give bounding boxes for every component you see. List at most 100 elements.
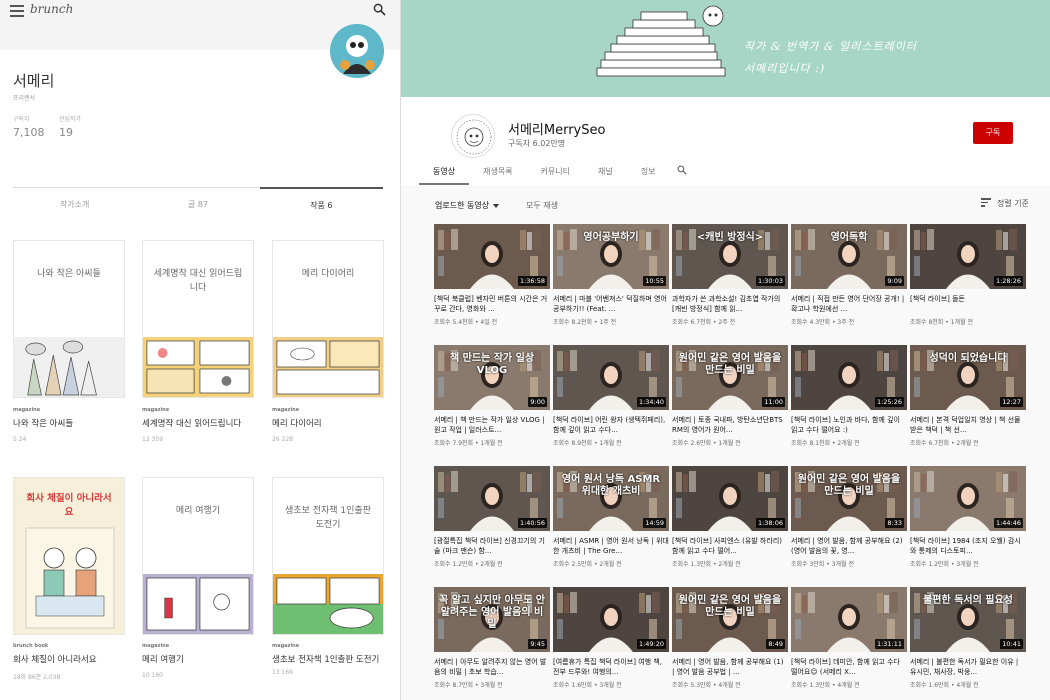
work-card[interactable]: 회사 체질이 아니라서요 <box>13 477 125 635</box>
video-title[interactable]: 서메리 | 책 만드는 작가 일상 VLOG | 원고 작업 | 일러스트... <box>434 415 550 435</box>
work-title[interactable]: 메리 여행기 <box>142 654 262 667</box>
uploads-dropdown[interactable]: 업로드한 동영상 <box>435 200 500 211</box>
video-title[interactable]: 서메리 | 토종 국내파, 방탄소년단BTS RM의 영어가 원어... <box>672 415 788 435</box>
video-card[interactable]: 원어민 같은 영어 발음을 만드는 비밀 11:00 서메리 | 토종 국내파, 방… <box>672 345 788 447</box>
video-thumbnail[interactable]: 책 만드는 작가 일상 VLOG 9:00 <box>434 345 550 410</box>
video-title[interactable]: 과학자가 쓴 과학소설! 김초엽 작가의 [캐빈 방정식] 함께 읽... <box>672 294 788 314</box>
video-card[interactable]: 원어민 같은 영어 발음을 만드는 비밀 8:33 서메리 | 영어 발음, 함께 … <box>791 466 907 568</box>
stat-label: 관심작가 <box>59 116 82 123</box>
video-card[interactable]: 1:34:40 [책덕 라이브] 어린 왕자 (생텍쥐페리), 함께 깊이 읽고 … <box>553 345 669 447</box>
video-thumbnail[interactable]: 1:44:46 <box>910 466 1026 531</box>
video-title[interactable]: 서메리 | 영어 발음, 함께 공부해요 (2) (영어 발음의 꽃, 영... <box>791 536 907 556</box>
tab-works[interactable]: 작품 6 <box>259 187 383 217</box>
video-card[interactable]: 1:44:46 [책덕 라이브] 1984 (조지 오웰) 감시와 통제의 디스토… <box>910 466 1026 568</box>
video-title[interactable]: [책덕 라이브] 데미안, 함께 읽고 수다 떨어요☺ (서메리 X... <box>791 657 907 677</box>
video-title[interactable]: [광절특집 책덕 라이브] 신경끄기의 기술 (마크 맨슨) 함... <box>434 536 550 556</box>
video-title[interactable]: 서메리 | 불편한 독서가 필요한 이유 | 유시민, 채사장, 박웅... <box>910 657 1026 677</box>
video-title[interactable]: 서메리 | ASMR | 영어 원서 낭독 | 위대한 개츠비 | The Gr… <box>553 536 669 556</box>
video-title[interactable]: 서메리 | 본격 덕업일치 영상 | 책 선물 받은 책덕 | 책 선... <box>910 415 1026 435</box>
video-card[interactable]: 영어공부하기 10:55 서메리 | 마블 '어벤져스' 덕질하며 영어 공부하기!… <box>553 224 669 326</box>
work-card[interactable]: 나와 작은 아씨들 <box>13 240 125 398</box>
tab-about[interactable]: 정보 <box>627 159 670 185</box>
video-card[interactable]: 영어독학 9:09 서메리 | 직접 만든 영어 단어장 공개! | 확고나 학원에… <box>791 224 907 326</box>
video-title[interactable]: 서메리 | 마블 '어벤져스' 덕질하며 영어 공부하기!! (Feat. ..… <box>553 294 669 314</box>
video-thumbnail[interactable]: 1:31:11 <box>791 587 907 652</box>
work-title[interactable]: 회사 체질이 아니라서요 <box>13 654 133 667</box>
video-card[interactable]: 원어민 같은 영어 발음을 만드는 비밀 8:49 서메리 | 영어 발음, 함께 … <box>672 587 788 689</box>
video-thumbnail[interactable]: 1:38:06 <box>672 466 788 531</box>
subscriber-stat[interactable]: 구독자 7,108 <box>13 114 45 139</box>
video-card[interactable]: 영어 원서 낭독 ASMR 위대한 개츠비 14:59 서메리 | ASMR | 영… <box>553 466 669 568</box>
video-thumbnail[interactable]: 원어민 같은 영어 발음을 만드는 비밀 8:49 <box>672 587 788 652</box>
menu-icon[interactable] <box>10 5 24 17</box>
video-title[interactable]: [책덕 라이브] 어린 왕자 (생텍쥐페리), 함께 깊이 읽고 수다... <box>553 415 669 435</box>
video-thumbnail[interactable]: 1:36:58 <box>434 224 550 289</box>
video-thumbnail[interactable]: 불편한 독서의 필요성 10:41 <box>910 587 1026 652</box>
channel-avatar[interactable] <box>451 114 495 158</box>
work-card[interactable]: 메리 다이어리 <box>272 240 384 398</box>
tab-channels[interactable]: 채널 <box>584 159 627 185</box>
video-title[interactable]: [책덕 라이브] 사피엔스 (유발 하라리) 함께 읽고 수다 떨어... <box>672 536 788 556</box>
video-title[interactable]: 서메리 | 영어 발음, 함께 공부해요 (1) | 영어 발음 공부법 | .… <box>672 657 788 677</box>
video-title[interactable]: 서메리 | 아무도 알려주지 않는 영어 발음의 비밀 | 초보 학습... <box>434 657 550 677</box>
video-card[interactable]: 1:31:11 [책덕 라이브] 데미안, 함께 읽고 수다 떨어요☺ (서메리 … <box>791 587 907 689</box>
search-icon[interactable] <box>373 3 386 16</box>
work-card[interactable]: 메리 여행기 <box>142 477 254 635</box>
tab-intro[interactable]: 작가소개 <box>13 188 136 217</box>
video-thumbnail[interactable]: 1:40:56 <box>434 466 550 531</box>
work-title[interactable]: 세계명작 대신 읽어드립니다 <box>142 418 262 431</box>
video-title[interactable]: [책덕 북클럽] 벤자민 버튼의 시간은 거꾸로 간다, 영화와 ... <box>434 294 550 314</box>
video-title[interactable]: [책덕 라이브] 1984 (조지 오웰) 감시와 통제의 디스토피... <box>910 536 1026 556</box>
card-cover-title: 생초보 전자책 1인출판 도전기 <box>285 506 371 530</box>
video-thumbnail[interactable]: 원어민 같은 영어 발음을 만드는 비밀 11:00 <box>672 345 788 410</box>
video-thumbnail[interactable]: 꼭 알고 싶지만 아무도 안 알려주는 영어 발음의 비밀 9:45 <box>434 587 550 652</box>
video-thumbnail[interactable]: 1:34:40 <box>553 345 669 410</box>
video-thumbnail[interactable]: 영어 원서 낭독 ASMR 위대한 개츠비 14:59 <box>553 466 669 531</box>
video-title[interactable]: [책덕 라이브] 노인과 바다, 함께 깊이 읽고 수다 떨어요 :) <box>791 415 907 435</box>
subscribe-button[interactable]: 구독 <box>973 122 1013 144</box>
video-card[interactable]: 1:25:26 [책덕 라이브] 노인과 바다, 함께 깊이 읽고 수다 떨어요 … <box>791 345 907 447</box>
video-card[interactable]: <캐빈 방정식> 1:30:03 과학자가 쓴 과학소설! 김초엽 작가의 [캐빈 … <box>672 224 788 326</box>
video-thumbnail[interactable]: 1:49:20 <box>553 587 669 652</box>
video-card[interactable]: 1:38:06 [책덕 라이브] 사피엔스 (유발 하라리) 함께 읽고 수다 떨… <box>672 466 788 568</box>
tab-videos[interactable]: 동영상 <box>419 159 470 185</box>
play-all-link[interactable]: 모두 재생 <box>526 200 558 211</box>
video-title[interactable]: 서메리 | 직접 만든 영어 단어장 공개! | 확고나 학원에선 ... <box>791 294 907 314</box>
video-card[interactable]: 1:40:56 [광절특집 책덕 라이브] 신경끄기의 기술 (마크 맨슨) 함.… <box>434 466 550 568</box>
video-card[interactable]: 꼭 알고 싶지만 아무도 안 알려주는 영어 발음의 비밀 9:45 서메리 | 아… <box>434 587 550 689</box>
author-avatar[interactable] <box>330 24 384 78</box>
video-thumbnail[interactable]: 1:28:26 <box>910 224 1026 289</box>
tab-posts[interactable]: 글 87 <box>136 188 259 217</box>
video-card[interactable]: 책 만드는 작가 일상 VLOG 9:00 서메리 | 책 만드는 작가 일상 VL… <box>434 345 550 447</box>
video-title[interactable]: [책덕 라이브] 돌돈 <box>910 294 1026 314</box>
video-card[interactable]: 불편한 독서의 필요성 10:41 서메리 | 불편한 독서가 필요한 이유 | 유… <box>910 587 1026 689</box>
work-card[interactable]: 세계명작 대신 읽어드립니다 <box>142 240 254 398</box>
channel-name[interactable]: 서메리MerrySeo <box>508 119 605 138</box>
tab-community[interactable]: 커뮤니티 <box>527 159 584 185</box>
video-thumbnail[interactable]: 영어독학 9:09 <box>791 224 907 289</box>
following-stat[interactable]: 관심작가 19 <box>59 114 81 139</box>
video-card[interactable]: 성덕이 되었습니다 12:27 서메리 | 본격 덕업일치 영상 | 책 선물 받은… <box>910 345 1026 447</box>
video-card[interactable]: 1:49:20 [여름휴가 특집 책덕 라이브] 여행 책, 전부 드루와! 여행… <box>553 587 669 689</box>
brunch-logo[interactable]: brunch <box>30 2 73 16</box>
video-duration: 9:45 <box>528 639 547 649</box>
video-thumbnail[interactable]: 영어공부하기 10:55 <box>553 224 669 289</box>
video-title[interactable]: [여름휴가 특집 책덕 라이브] 여행 책, 전부 드루와! 여행의... <box>553 657 669 677</box>
video-thumbnail[interactable]: <캐빈 방정식> 1:30:03 <box>672 224 788 289</box>
sort-button[interactable]: 정렬 기준 <box>981 198 1029 209</box>
video-thumbnail[interactable]: 1:25:26 <box>791 345 907 410</box>
video-thumbnail[interactable]: 성덕이 되었습니다 12:27 <box>910 345 1026 410</box>
work-title[interactable]: 생초보 전자책 1인출판 도전기 <box>272 654 390 667</box>
video-card[interactable]: 1:28:26 [책덕 라이브] 돌돈 조회수 8천회 • 1개월 전 <box>910 224 1026 326</box>
work-tag: magazine <box>142 643 170 649</box>
video-card[interactable]: 1:36:58 [책덕 북클럽] 벤자민 버튼의 시간은 거꾸로 간다, 영화와 … <box>434 224 550 326</box>
tab-playlists[interactable]: 재생목록 <box>469 159 526 185</box>
thumbnail-caption: 원어민 같은 영어 발음을 만드는 비밀 <box>797 474 901 497</box>
video-meta: 조회수 5.3만회 • 4개월 전 <box>672 682 741 689</box>
work-card[interactable]: 생초보 전자책 1인출판 도전기 <box>272 477 384 635</box>
video-thumbnail[interactable]: 원어민 같은 영어 발음을 만드는 비밀 8:33 <box>791 466 907 531</box>
work-title[interactable]: 메리 다이어리 <box>272 418 392 431</box>
channel-search-icon[interactable] <box>669 159 699 185</box>
work-title[interactable]: 나와 작은 아씨들 <box>13 418 133 431</box>
card-cover-title: 메리 여행기 <box>175 506 221 516</box>
